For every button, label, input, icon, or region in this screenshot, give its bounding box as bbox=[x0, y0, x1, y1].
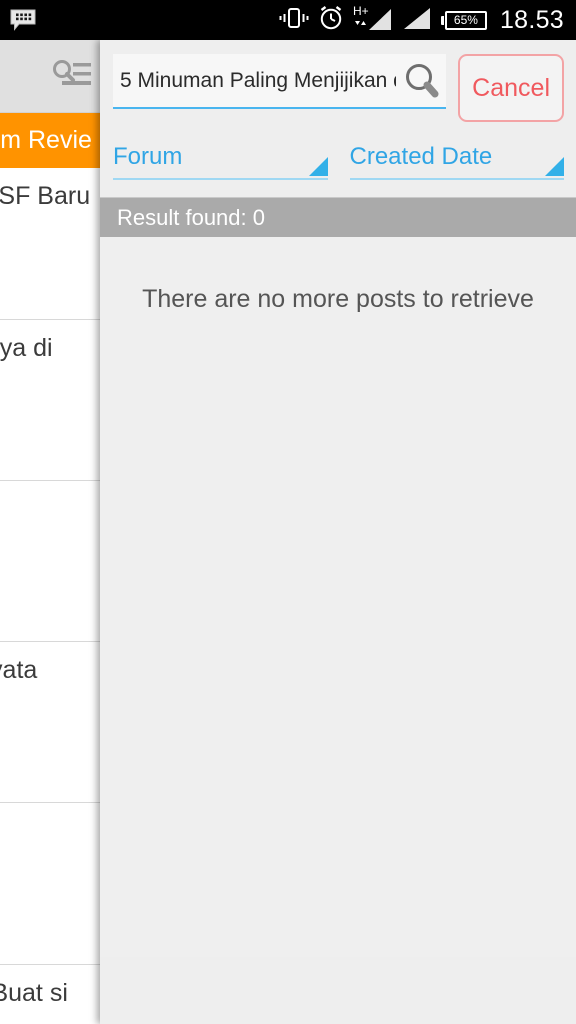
signal-hplus-icon: H+ bbox=[353, 4, 393, 37]
dropdown-caret-icon bbox=[545, 157, 564, 176]
list-item-title: Nyata bbox=[0, 656, 38, 684]
result-count-label: Result found: 0 bbox=[117, 204, 265, 230]
dropdown-caret-icon bbox=[308, 157, 328, 176]
signal-bars-icon bbox=[402, 5, 432, 36]
phone-screen: rum Revie ia SF Baru anya di an Nyata s … bbox=[0, 0, 576, 1024]
search-list-icon[interactable] bbox=[51, 59, 95, 94]
battery-level-label: 65% bbox=[453, 13, 478, 27]
filter-row: Forum Created Date bbox=[100, 122, 576, 180]
background-forum-list-panel: rum Revie ia SF Baru anya di an Nyata s … bbox=[0, 40, 110, 1024]
bbm-chat-icon bbox=[10, 9, 36, 31]
background-toolbar bbox=[0, 40, 110, 113]
list-item[interactable]: s Buat si bbox=[0, 965, 110, 1024]
battery-icon: 65% bbox=[440, 10, 487, 30]
status-bar-indicators: H+ 65% 18.53 bbox=[279, 4, 576, 37]
clock-label: 18.53 bbox=[499, 5, 564, 34]
list-item-title: anya di bbox=[0, 334, 53, 362]
filter-created-date-dropdown[interactable]: Created Date bbox=[349, 136, 564, 180]
background-forum-banner-label: rum Revie bbox=[0, 126, 92, 154]
filter-forum-dropdown[interactable]: Forum bbox=[113, 136, 328, 180]
svg-text:H+: H+ bbox=[353, 4, 369, 18]
background-forum-banner[interactable]: rum Revie bbox=[0, 113, 110, 168]
list-item[interactable]: ia SF Baru bbox=[0, 168, 110, 320]
list-item-title: s Buat si bbox=[0, 979, 68, 1007]
search-header: Cancel bbox=[100, 40, 576, 122]
list-item[interactable]: an bbox=[0, 481, 110, 642]
list-item[interactable]: Nyata bbox=[0, 642, 110, 803]
cancel-button[interactable]: Cancel bbox=[458, 54, 564, 122]
list-item[interactable]: anya di bbox=[0, 320, 110, 481]
status-bar-notifications bbox=[0, 9, 36, 31]
filter-created-date-label: Created Date bbox=[349, 143, 493, 170]
alarm-clock-icon bbox=[318, 5, 344, 36]
status-bar: H+ 65% 18.53 bbox=[0, 0, 576, 40]
search-input[interactable] bbox=[113, 68, 399, 93]
filter-forum-label: Forum bbox=[113, 143, 183, 170]
result-count-bar: Result found: 0 bbox=[100, 197, 576, 237]
list-item-title: ia SF Baru bbox=[0, 182, 91, 210]
search-results-area: There are no more posts to retrieve bbox=[100, 237, 576, 957]
list-item-title: an bbox=[0, 495, 110, 524]
vibrate-icon bbox=[279, 6, 309, 35]
magnifier-icon[interactable] bbox=[398, 57, 446, 105]
search-field-container[interactable] bbox=[113, 54, 447, 109]
search-overlay-panel: Cancel Forum Created Date Result found: … bbox=[100, 40, 576, 1024]
empty-state-message: There are no more posts to retrieve bbox=[142, 285, 534, 313]
list-item[interactable] bbox=[0, 803, 110, 965]
